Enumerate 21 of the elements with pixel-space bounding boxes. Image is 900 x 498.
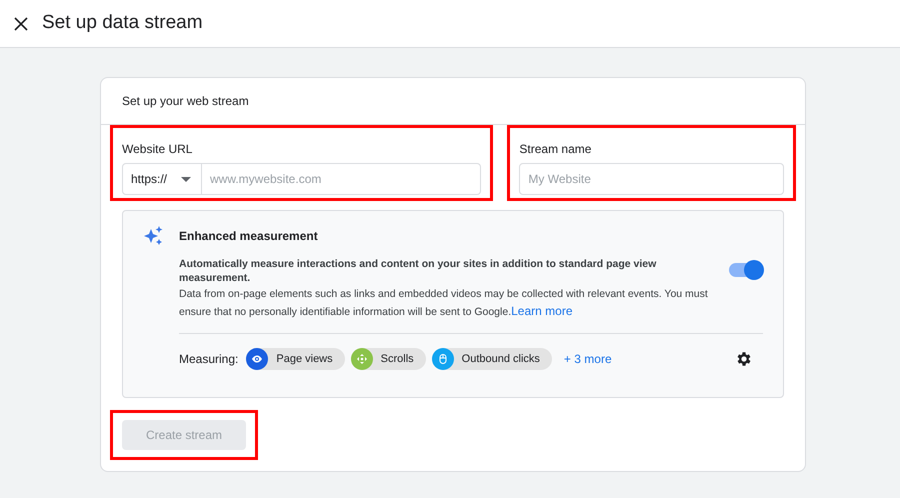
measurement-chip: Scrolls [350, 348, 426, 370]
learn-more-link[interactable]: Learn more [511, 304, 572, 318]
card-title: Set up your web stream [122, 93, 249, 110]
measuring-label: Measuring: [179, 351, 238, 368]
measurement-chip: Page views [246, 348, 345, 370]
privacy-note: Data from on-page elements such as links and embedded videos may be collected with relevant events. You must ensure that no personally identifiable information will be sent to Google.Learn more [179, 287, 709, 320]
page-title: Set up data stream [42, 11, 203, 36]
sparkle-icon [143, 225, 165, 247]
measurement-chip: Outbound clicks [432, 348, 552, 370]
stream-name-field[interactable]: My Website [519, 163, 784, 195]
field-label: Stream name [519, 141, 592, 158]
section-title: Enhanced measurement [179, 228, 319, 245]
toggle-switch[interactable] [729, 263, 763, 277]
more-link[interactable]: + 3 more [564, 350, 612, 368]
settings-icon[interactable] [735, 350, 753, 368]
protocol-dropdown[interactable]: https:// [122, 163, 202, 195]
caret-icon [181, 176, 192, 182]
field-label: Website URL [122, 141, 194, 158]
close-icon[interactable] [14, 16, 28, 30]
url-input-field[interactable]: www.mywebsite.com [202, 163, 482, 195]
description-text: Automatically measure interactions and content on your sites in addition to standard page view measurement. [179, 257, 658, 285]
